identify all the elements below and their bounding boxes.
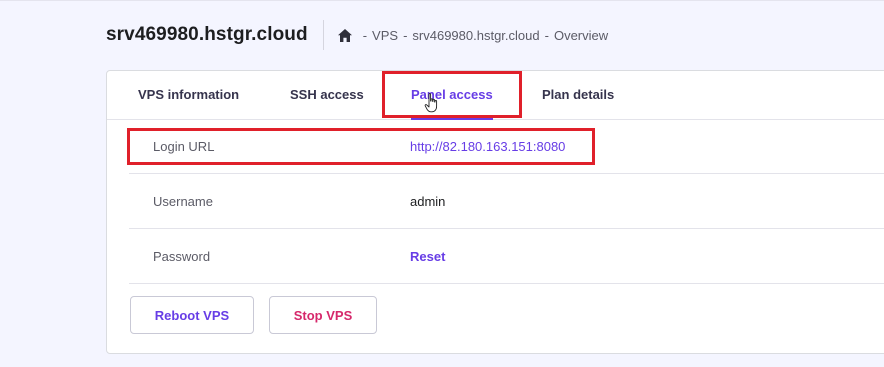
breadcrumb-separator: -	[362, 27, 368, 43]
breadcrumb-separator: -	[403, 27, 408, 43]
tab-ssh-access[interactable]: SSH access	[290, 71, 364, 119]
tab-plan-details[interactable]: Plan details	[542, 71, 614, 119]
page-title: srv469980.hstgr.cloud	[106, 24, 308, 45]
login-url-row: Login URL http://82.180.163.151:8080	[129, 119, 884, 174]
stop-vps-button[interactable]: Stop VPS	[269, 296, 377, 334]
tab-vps-information[interactable]: VPS information	[138, 71, 239, 119]
tab-bar: VPS information SSH access Panel access …	[107, 71, 884, 120]
username-row: Username admin	[129, 174, 884, 229]
hand-pointer-icon	[424, 93, 440, 113]
breadcrumb-item-vps[interactable]: VPS	[372, 28, 398, 43]
breadcrumb-item-overview: Overview	[553, 27, 609, 43]
password-row: Password Reset	[129, 229, 884, 284]
header-divider	[322, 20, 324, 50]
password-reset-link[interactable]: Reset	[410, 249, 445, 264]
login-url-label: Login URL	[153, 138, 215, 154]
breadcrumb-separator: -	[544, 27, 549, 43]
breadcrumb-item-server[interactable]: srv469980.hstgr.cloud	[412, 28, 539, 43]
password-label: Password	[153, 248, 211, 264]
reboot-vps-button[interactable]: Reboot VPS	[130, 296, 254, 334]
login-url-link[interactable]: http://82.180.163.151:8080	[410, 139, 565, 154]
username-value: admin	[410, 193, 446, 209]
top-border	[0, 0, 884, 1]
breadcrumb: - VPS - srv469980.hstgr.cloud - Overview	[337, 27, 609, 43]
vps-details-card: VPS information SSH access Panel access …	[106, 70, 884, 354]
username-label: Username	[153, 193, 213, 209]
page-header: srv469980.hstgr.cloud - VPS - srv469980.…	[106, 18, 608, 52]
home-icon[interactable]	[337, 28, 352, 42]
